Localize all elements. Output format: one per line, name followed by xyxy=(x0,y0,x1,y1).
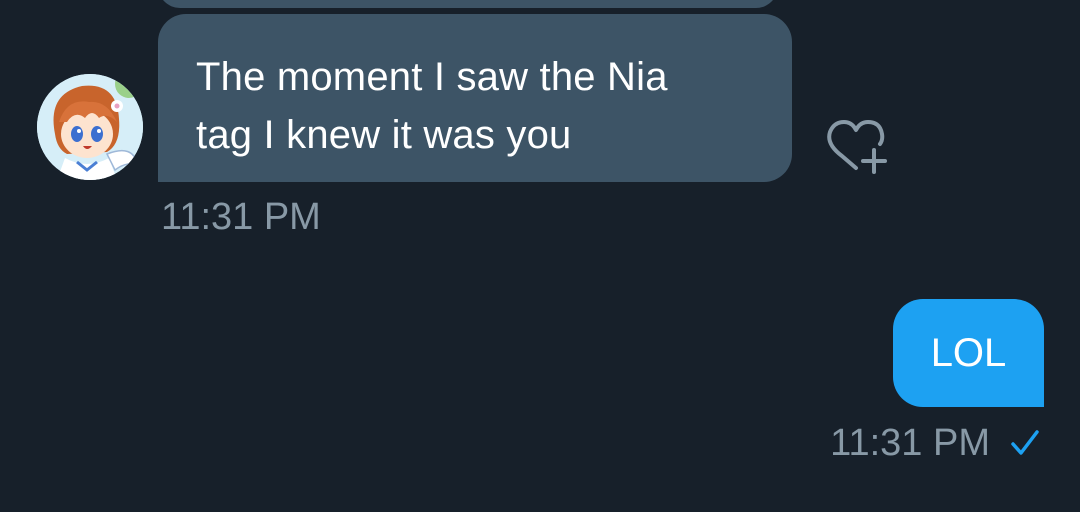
previous-message-bubble[interactable] xyxy=(158,0,778,8)
incoming-message-text: The moment I saw the Nia tag I knew it w… xyxy=(196,55,668,157)
outgoing-timestamp: 11:31 PM xyxy=(830,421,990,464)
outgoing-message-bubble[interactable]: LOL xyxy=(893,299,1044,407)
avatar[interactable] xyxy=(37,74,143,180)
checkmark-icon xyxy=(1011,430,1039,455)
incoming-timestamp: 11:31 PM xyxy=(161,196,321,238)
heart-plus-icon[interactable] xyxy=(820,118,890,178)
incoming-message-bubble[interactable]: The moment I saw the Nia tag I knew it w… xyxy=(158,14,792,182)
outgoing-meta: 11:31 PM xyxy=(830,420,1040,466)
outgoing-message-text: LOL xyxy=(930,331,1007,375)
anime-character-avatar-icon xyxy=(37,74,143,180)
